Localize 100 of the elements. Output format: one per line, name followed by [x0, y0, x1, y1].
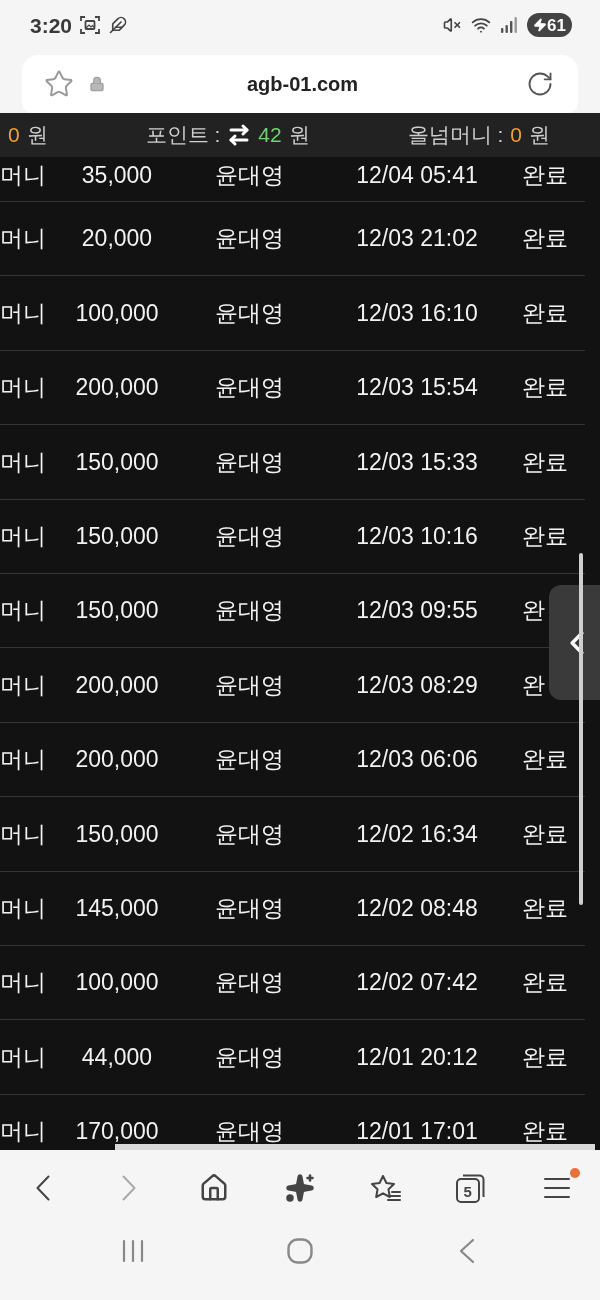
table-cell-text: 윤대영 — [214, 447, 284, 477]
table-cell-text: 윤대영 — [214, 522, 284, 551]
table-cell-text: 윤대영 — [214, 161, 284, 190]
menu-icon — [544, 1177, 571, 1198]
table-cell-text: 44,000 — [81, 1042, 153, 1072]
balance-label: 포인트 : — [145, 122, 221, 149]
table-cell-text: 20,000 — [81, 224, 153, 254]
screenshot-icon — [80, 15, 101, 35]
table-cell-text: 12/03 08:29 — [356, 670, 478, 700]
table-cell-text: 145,000 — [75, 893, 159, 923]
table-cell-text: 12/01 17:01 — [356, 1117, 478, 1147]
lock-icon — [89, 76, 105, 92]
table-cell-text: 100,000 — [75, 298, 159, 328]
table-cell-text: 머니 — [0, 224, 46, 254]
home-button[interactable] — [199, 1172, 230, 1203]
table-cell-text: 윤대영 — [214, 1042, 284, 1072]
table-cell-text: 완료 — [521, 1117, 568, 1147]
table-cell-text: 완료 — [521, 447, 568, 477]
table-cell-text: 머니 — [0, 819, 46, 849]
table-cell-text: 200,000 — [75, 670, 159, 700]
address-bar[interactable]: agb-01.com — [22, 55, 578, 113]
balance-value: 0 — [510, 122, 522, 149]
assistant-button[interactable] — [285, 1172, 315, 1203]
table-cell-text: 머니 — [0, 522, 46, 551]
table-cell-text: 완료 — [521, 161, 568, 190]
table-cell-text: 12/02 08:48 — [356, 893, 478, 923]
table-cell-text: 완 — [521, 670, 545, 700]
table-cell-text: 완료 — [521, 224, 568, 254]
table-cell-text: 12/03 15:33 — [356, 447, 478, 477]
table-cell-text: 완료 — [521, 819, 568, 849]
table-cell-text: 완료 — [521, 298, 568, 328]
currency-unit: 원 — [288, 122, 310, 149]
tabs-icon — [456, 1172, 487, 1203]
table-cell-text: 윤대영 — [214, 298, 284, 328]
star-icon[interactable] — [44, 69, 74, 99]
table-cell-text: 12/03 21:02 — [356, 224, 478, 254]
table-cell-text: 머니 — [0, 1042, 46, 1072]
signal-bars-icon — [501, 17, 518, 33]
url-text[interactable]: agb-01.com — [105, 69, 526, 99]
table-cell-text: 12/03 16:10 — [356, 298, 478, 328]
table-cell-text: 완 — [521, 596, 545, 626]
balance-value: 0 — [8, 122, 20, 149]
table-cell-text: 완료 — [521, 522, 568, 551]
tabs-button[interactable]: 5 — [456, 1172, 487, 1203]
balance-value: 42 — [258, 122, 282, 149]
table-cell-text: 머니 — [0, 161, 46, 190]
sparkles-icon — [285, 1172, 315, 1203]
table-cell-text: 머니 — [0, 447, 46, 477]
table-cell-text: 머니 — [0, 968, 46, 998]
chevron-left-icon — [35, 1174, 50, 1201]
table-cell-text: 머니 — [0, 670, 46, 700]
table-cell-text: 머니 — [0, 1117, 46, 1147]
table-cell-text: 150,000 — [75, 819, 159, 849]
table-cell-text: 윤대영 — [214, 224, 284, 254]
table-cell-text: 150,000 — [75, 447, 159, 477]
table-cell-text: 12/02 07:42 — [356, 968, 478, 998]
table-cell-text: 100,000 — [75, 968, 159, 998]
table-cell-text: 12/03 15:54 — [356, 373, 478, 403]
table-cell-text: 머니 — [0, 893, 46, 923]
table-cell-text: 완료 — [521, 893, 568, 923]
battery-indicator: 61 — [527, 13, 572, 37]
feather-icon — [109, 16, 128, 34]
table-cell-text: 150,000 — [75, 522, 159, 551]
balance-label: 올넘머니 : — [407, 122, 504, 149]
wifi-icon — [471, 15, 492, 35]
table-cell-text: 머니 — [0, 298, 46, 328]
table-cell-text: 완료 — [521, 968, 568, 998]
table-cell-text: 12/04 05:41 — [356, 161, 478, 190]
table-cell-text: 12/03 10:16 — [356, 522, 478, 551]
side-panel-handle[interactable] — [549, 585, 600, 700]
bookmarks-button[interactable] — [370, 1174, 401, 1201]
table-cell-text: 윤대영 — [214, 819, 284, 849]
table-cell-text: 170,000 — [75, 1117, 159, 1147]
currency-unit: 원 — [529, 122, 550, 149]
table-cell-text: 윤대영 — [214, 1117, 284, 1147]
table-cell-text: 12/03 06:06 — [356, 745, 478, 775]
table-cell-text: 35,000 — [81, 161, 153, 190]
table-cell-text: 완료 — [521, 373, 568, 403]
back-button[interactable] — [35, 1174, 50, 1201]
table-cell-text: 윤대영 — [214, 596, 284, 626]
recent-apps-icon[interactable] — [122, 1238, 144, 1263]
table-cell-text: 윤대영 — [214, 745, 284, 775]
charging-bolt-icon — [533, 18, 548, 32]
table-cell-text: 머니 — [0, 745, 46, 775]
table-cell-text: 12/03 09:55 — [356, 596, 478, 626]
chevron-right-icon — [121, 1174, 136, 1201]
reload-icon[interactable] — [526, 70, 554, 98]
home-icon — [199, 1172, 230, 1203]
table-cell-text: 완료 — [521, 1042, 568, 1072]
clock-time: 3:20 — [30, 14, 73, 36]
table-cell-text: 150,000 — [75, 596, 159, 626]
table-cell-text: 200,000 — [75, 745, 159, 775]
table-cell-text: 12/01 20:12 — [356, 1042, 478, 1072]
table-cell-text: 12/02 16:34 — [356, 819, 478, 849]
mute-icon — [443, 16, 462, 34]
bookmark-list-icon — [370, 1174, 401, 1201]
table-cell-text: 윤대영 — [214, 670, 284, 700]
table-cell-text: 200,000 — [75, 373, 159, 403]
table-cell-text: 윤대영 — [214, 968, 284, 998]
table-cell-text: 윤대영 — [214, 893, 284, 923]
